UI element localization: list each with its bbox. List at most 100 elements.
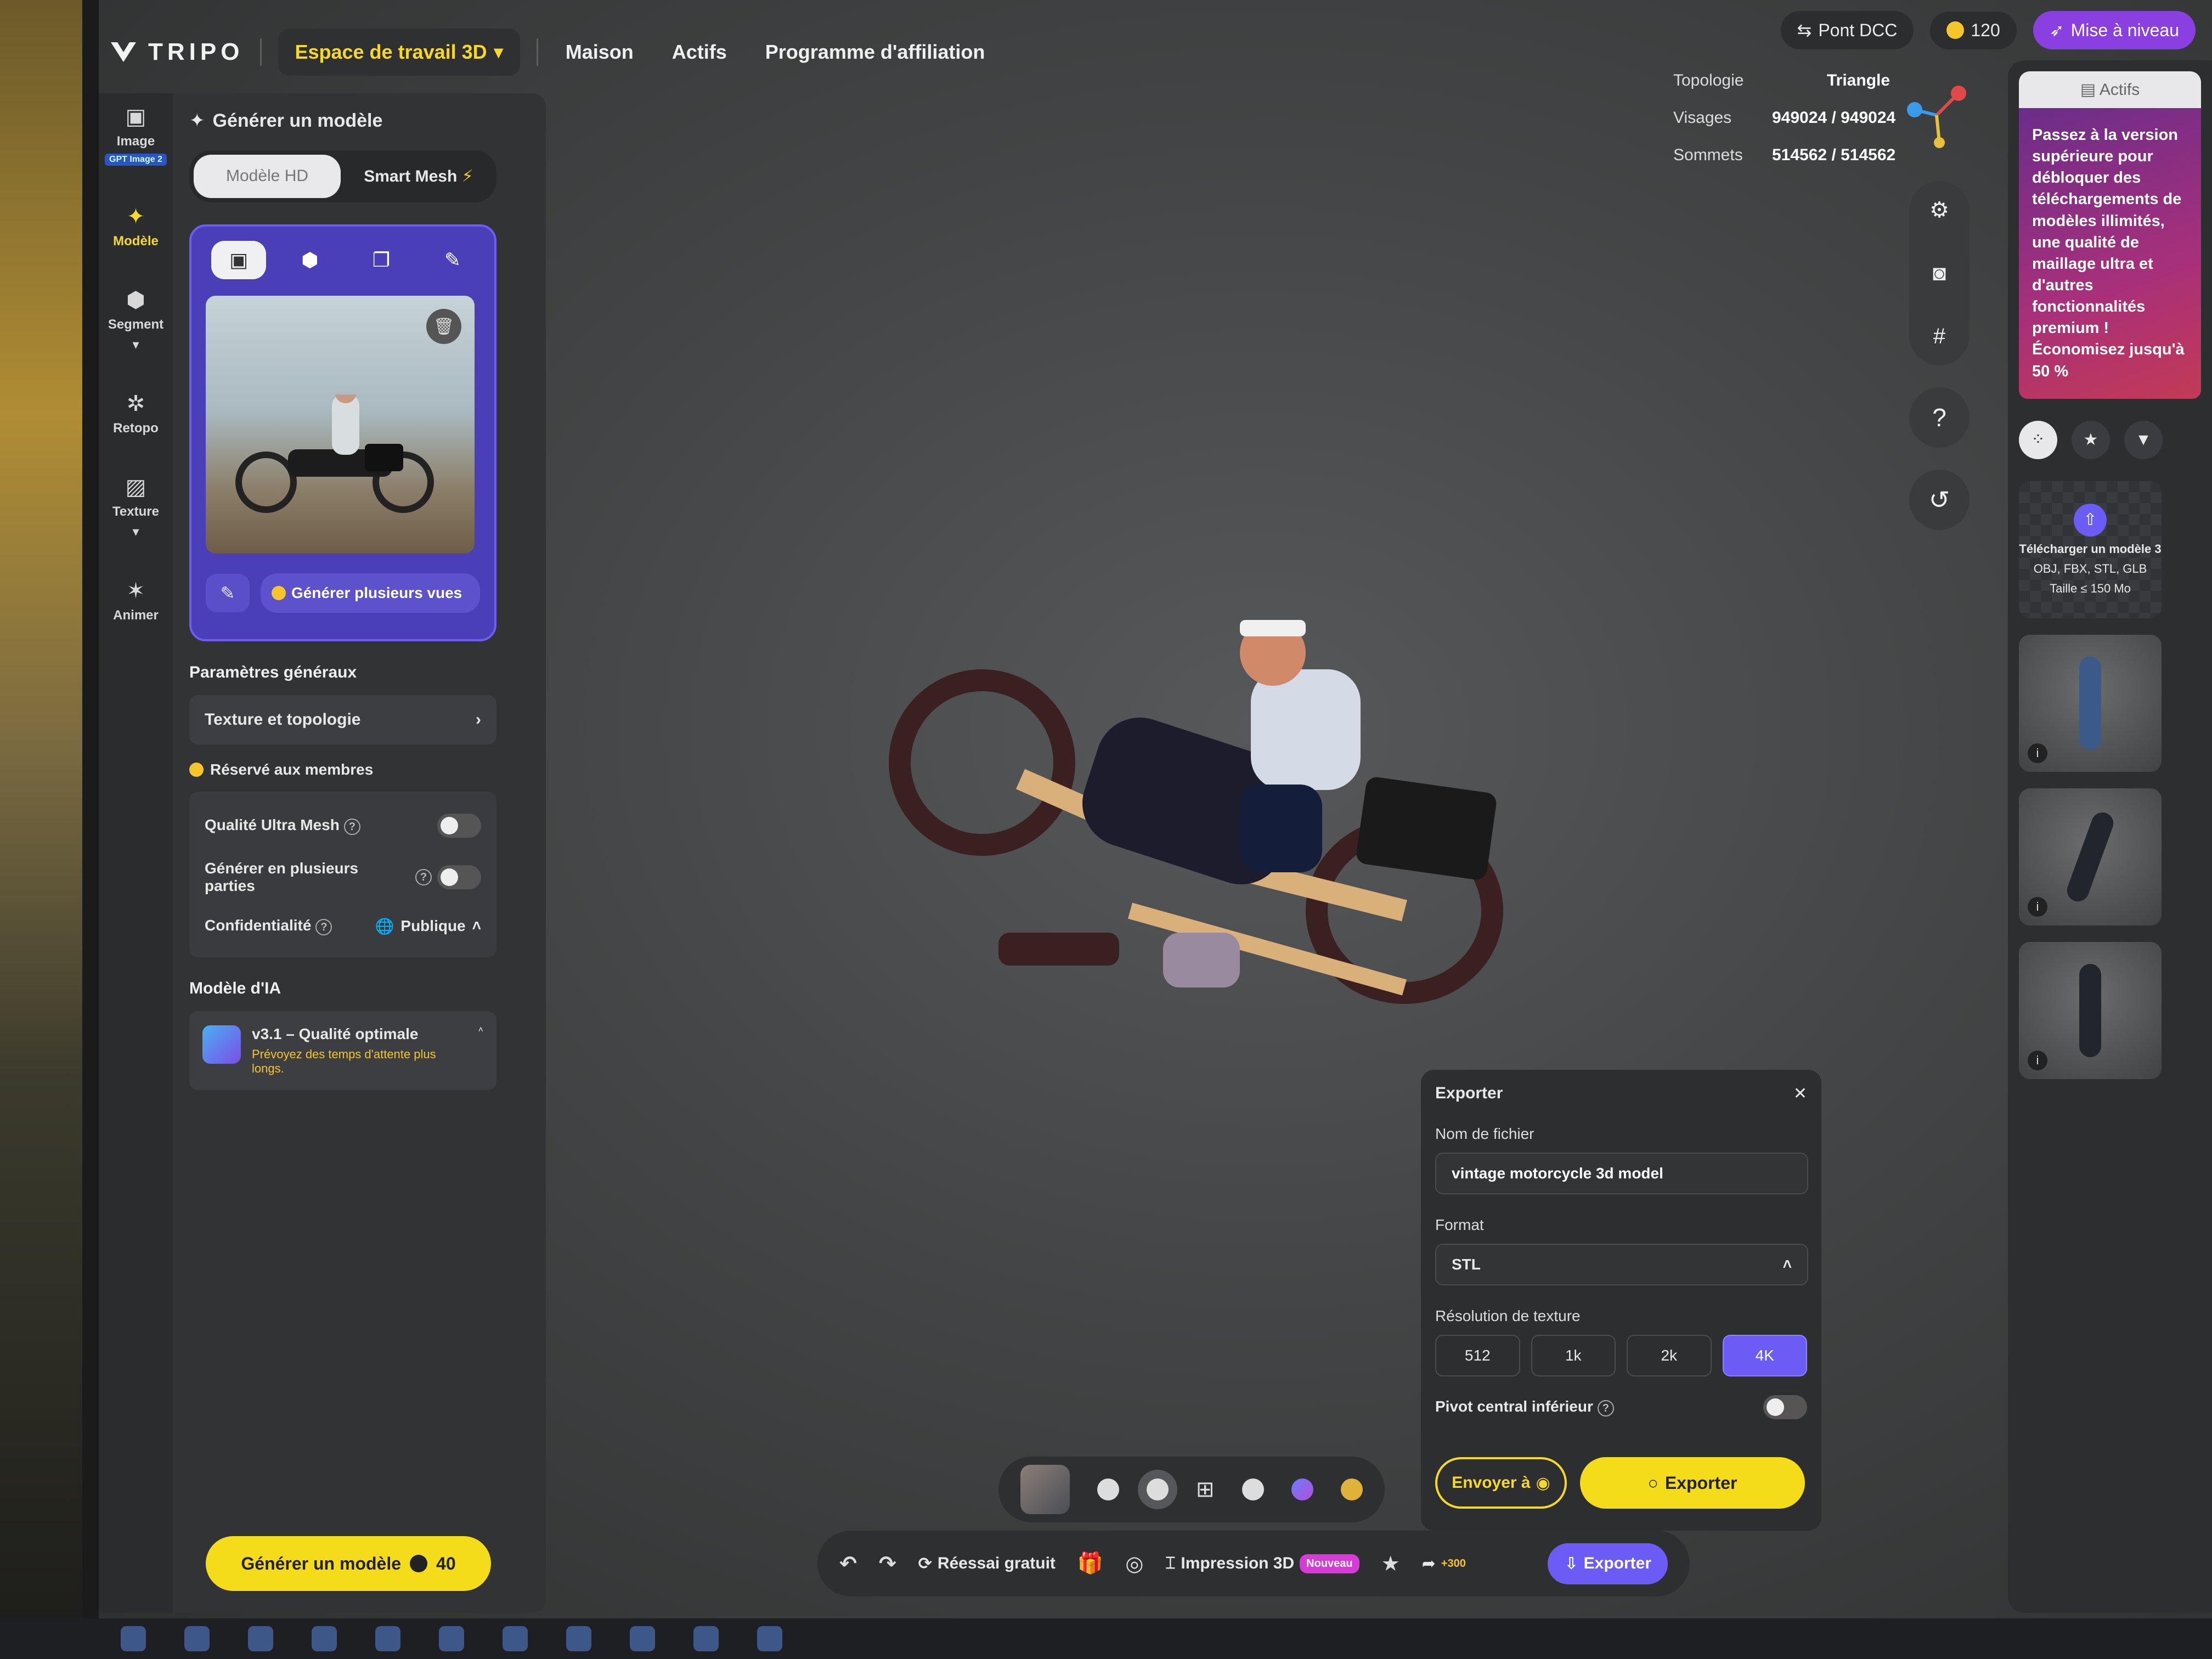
multi-image-icon[interactable]: ❐: [354, 241, 409, 279]
gold-mode-icon[interactable]: [1340, 1479, 1363, 1500]
axis-gizmo-icon[interactable]: [1898, 77, 1975, 154]
rail-item-animate[interactable]: ✶ Animer: [113, 578, 159, 623]
format-select[interactable]: STL ˄: [1435, 1244, 1808, 1285]
general-params-heading: Paramètres généraux: [189, 663, 357, 681]
mode-hd-tab[interactable]: Modèle HD: [194, 155, 341, 198]
taskbar-app-icon[interactable]: [312, 1626, 337, 1651]
taskbar-app-icon[interactable]: [630, 1626, 655, 1651]
privacy-label: Confidentialité: [205, 917, 312, 934]
edit-image-icon[interactable]: ✎: [206, 574, 250, 612]
share-button[interactable]: ➦ +300: [1422, 1554, 1466, 1573]
dcc-bridge-button[interactable]: ⇆ Pont DCC: [1780, 11, 1914, 49]
gift-icon[interactable]: 🎁: [1077, 1551, 1103, 1576]
help-icon[interactable]: ?: [1597, 1400, 1614, 1417]
undo-icon[interactable]: ↶: [839, 1551, 857, 1576]
res-option-512[interactable]: 512: [1435, 1335, 1520, 1376]
help-icon[interactable]: ?: [343, 819, 360, 835]
settings-icon[interactable]: ⚙: [1929, 198, 1949, 223]
ai-model-select[interactable]: v3.1 – Qualité optimale Prévoyez des tem…: [189, 1011, 496, 1090]
print-3d-button[interactable]: ⌶ Impression 3D Nouveau: [1165, 1554, 1359, 1573]
chevron-right-icon: ›: [476, 710, 481, 729]
rail-label: Segment: [108, 317, 164, 332]
upload-model-tile[interactable]: ⇧ Télécharger un modèle 3 OBJ, FBX, STL,…: [2019, 481, 2162, 618]
single-image-icon[interactable]: ▣: [211, 241, 266, 279]
motorcycle-3d-model[interactable]: [856, 603, 1624, 1042]
star-icon[interactable]: ★: [2072, 420, 2110, 459]
filename-input[interactable]: [1435, 1153, 1808, 1194]
help-icon[interactable]: ?: [315, 919, 332, 935]
res-option-1k[interactable]: 1k: [1531, 1335, 1616, 1376]
star-icon[interactable]: ★: [1381, 1551, 1400, 1576]
dialog-export-button[interactable]: ○ Exporter: [1580, 1457, 1805, 1509]
upgrade-promo[interactable]: Passez à la version supérieure pour débl…: [2019, 108, 2201, 399]
logo[interactable]: TRIPO: [110, 38, 244, 66]
asset-thumbnail[interactable]: i: [2019, 634, 2162, 772]
export-button[interactable]: ⇩ Exporter: [1548, 1543, 1668, 1584]
res-option-4k[interactable]: 4K: [1722, 1335, 1807, 1376]
upgrade-button[interactable]: ➶ Mise à niveau: [2033, 11, 2196, 49]
multi-parts-toggle[interactable]: [437, 865, 481, 889]
nav-home[interactable]: Maison: [566, 41, 634, 64]
planet-icon[interactable]: ◎: [1125, 1551, 1143, 1576]
workspace-dropdown[interactable]: Espace de travail 3D ▾: [278, 29, 520, 76]
taskbar-app-icon[interactable]: [439, 1626, 464, 1651]
help-icon[interactable]: ?: [415, 869, 432, 885]
filter-icon[interactable]: ▼: [2124, 420, 2163, 459]
pivot-row: Pivot central inférieur?: [1435, 1395, 1807, 1419]
rail-item-model[interactable]: ✦ Modèle: [113, 204, 159, 249]
wireframe-icon[interactable]: ⊞: [1196, 1477, 1215, 1502]
grid-view-icon[interactable]: ⁘: [2019, 420, 2057, 459]
delete-icon[interactable]: 🗑: [426, 309, 461, 344]
tab-assets[interactable]: ▤ Actifs: [2019, 71, 2201, 108]
taskbar-app-icon[interactable]: [184, 1626, 210, 1651]
upload-formats: OBJ, FBX, STL, GLB: [2033, 561, 2147, 575]
help-button-icon[interactable]: ?: [1909, 387, 1970, 448]
credits-badge[interactable]: 120: [1930, 11, 2017, 49]
texture-topology-button[interactable]: Texture et topologie ›: [189, 695, 496, 744]
rail-item-texture[interactable]: ▨ Texture ▾: [112, 475, 159, 540]
asset-thumbnail[interactable]: i: [2019, 941, 2162, 1079]
mode-smart-mesh-tab[interactable]: Smart Mesh ⚡: [345, 155, 492, 198]
info-icon[interactable]: i: [2028, 743, 2047, 763]
privacy-select[interactable]: 🌐 Publique ˄: [375, 917, 481, 935]
cube-icon[interactable]: ⬢: [283, 241, 337, 279]
clay-mode-icon[interactable]: [1242, 1479, 1264, 1500]
solid-mode-icon[interactable]: [1097, 1479, 1119, 1500]
free-retry-button[interactable]: ⟳ Réessai gratuit: [918, 1554, 1056, 1573]
history-icon[interactable]: ↺: [1909, 470, 1970, 530]
pencil-icon[interactable]: ✎: [425, 241, 480, 279]
rail-item-image[interactable]: ▣ Image GPT Image 2: [105, 104, 167, 166]
taskbar-app-icon[interactable]: [121, 1626, 146, 1651]
taskbar-app-icon[interactable]: [375, 1626, 400, 1651]
generate-model-button[interactable]: Générer un modèle 40: [206, 1536, 491, 1591]
redo-icon[interactable]: ↷: [879, 1551, 896, 1576]
camera-icon[interactable]: ◙: [1933, 261, 1946, 286]
taskbar-app-icon[interactable]: [693, 1626, 719, 1651]
normal-mode-icon[interactable]: [1291, 1479, 1313, 1500]
grid-icon[interactable]: #: [1933, 324, 1945, 349]
taskbar-app-icon[interactable]: [248, 1626, 273, 1651]
pivot-toggle[interactable]: [1763, 1395, 1807, 1419]
res-option-2k[interactable]: 2k: [1627, 1335, 1712, 1376]
divider: [536, 38, 538, 66]
send-to-button[interactable]: Envoyer à ◉: [1435, 1457, 1567, 1509]
uploaded-photo[interactable]: 🗑: [206, 296, 475, 554]
taskbar-app-icon[interactable]: [757, 1626, 782, 1651]
taskbar-app-icon[interactable]: [503, 1626, 528, 1651]
ultra-mesh-toggle[interactable]: [437, 814, 481, 838]
info-icon[interactable]: i: [2028, 896, 2047, 917]
nav-assets[interactable]: Actifs: [672, 41, 727, 64]
generate-multiview-button[interactable]: Générer plusieurs vues: [261, 573, 480, 613]
info-icon[interactable]: i: [2028, 1050, 2047, 1070]
stats-row-topology: Topologie Triangle: [1673, 71, 1895, 90]
reference-image-thumb[interactable]: [1020, 1465, 1070, 1514]
textured-mode-icon[interactable]: [1147, 1479, 1169, 1500]
multi-parts-label: Générer en plusieurs parties: [205, 860, 359, 894]
asset-thumbnail[interactable]: i: [2019, 788, 2162, 926]
upgrade-label: Mise à niveau: [2070, 20, 2179, 40]
rail-item-retopo[interactable]: ✲ Retopo: [113, 391, 159, 436]
close-icon[interactable]: ✕: [1793, 1084, 1807, 1103]
nav-affiliate[interactable]: Programme d'affiliation: [765, 41, 985, 64]
taskbar-app-icon[interactable]: [566, 1626, 591, 1651]
rail-item-segment[interactable]: ⬢ Segment ▾: [108, 287, 163, 353]
